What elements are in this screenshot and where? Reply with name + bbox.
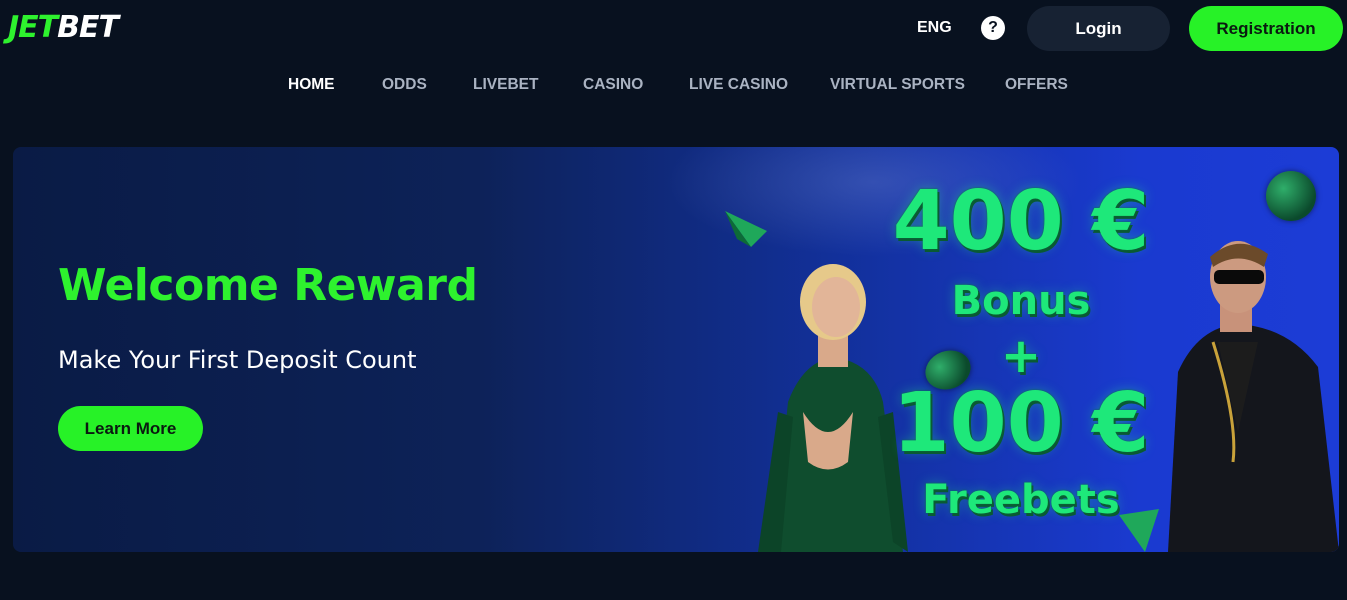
promo-bonus-label: Bonus xyxy=(951,278,1091,324)
football-icon xyxy=(1266,171,1316,221)
main-nav: HOME ODDS LIVEBET CASINO LIVE CASINO VIR… xyxy=(0,76,1347,96)
jetbet-logo[interactable]: JETBET xyxy=(8,10,119,46)
logo-part-bet: BET xyxy=(57,10,119,45)
promo-freebet-amount: 100 € xyxy=(892,376,1150,471)
promo-freebet-label: Freebets xyxy=(922,477,1120,523)
green-shard-icon xyxy=(725,211,767,247)
logo-part-jet: JET xyxy=(8,10,58,45)
learn-more-button[interactable]: Learn More xyxy=(58,406,203,451)
nav-item-offers[interactable]: OFFERS xyxy=(1005,76,1068,94)
welcome-banner[interactable]: Welcome Reward Make Your First Deposit C… xyxy=(13,147,1339,552)
login-button[interactable]: Login xyxy=(1027,6,1170,51)
nav-item-casino[interactable]: CASINO xyxy=(583,76,643,94)
help-question-icon[interactable]: ? xyxy=(981,16,1005,40)
nav-item-home[interactable]: HOME xyxy=(288,76,335,94)
nav-item-virtual-sports[interactable]: VIRTUAL SPORTS xyxy=(830,76,965,94)
nav-item-odds[interactable]: ODDS xyxy=(382,76,427,94)
nav-item-live-casino[interactable]: LIVE CASINO xyxy=(689,76,788,94)
site-header: JETBET ENG ? Login Registration xyxy=(0,0,1347,56)
registration-button[interactable]: Registration xyxy=(1189,6,1343,51)
promo-bonus-amount: 400 € xyxy=(892,174,1150,269)
banner-title: Welcome Reward xyxy=(58,260,478,311)
language-selector[interactable]: ENG xyxy=(917,19,952,37)
man-model-image xyxy=(1168,241,1339,552)
nav-item-livebet[interactable]: LIVEBET xyxy=(473,76,538,94)
banner-subtitle: Make Your First Deposit Count xyxy=(58,346,417,374)
